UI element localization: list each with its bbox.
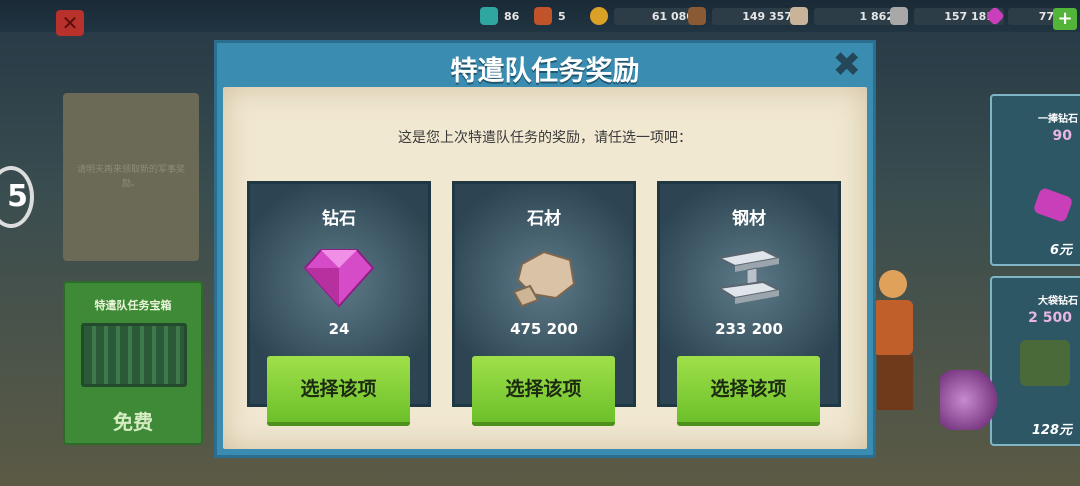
builder-icon [480,7,498,25]
diamond-icon [1032,186,1074,224]
medal-icon [534,7,552,25]
close-icon[interactable]: ✕ [56,10,84,36]
dialog-title: 特遣队任务奖励 [450,56,640,87]
dialog-subtitle: 这是您上次特遣队任务的奖励，请任选一项吧： [398,130,692,146]
stone-icon [790,7,808,25]
offer-title: 一捧钻石 [1038,114,1078,125]
reward-option-stone: 石材 475 200 选择该项 [452,181,636,426]
diamond-icon [985,6,1005,26]
dialog-body: 这是您上次特遣队任务的奖励，请任选一项吧： 钻石 24 选择该项 石材 475 … [223,87,867,449]
iron-icon [890,7,908,25]
select-diamonds-button[interactable]: 选择该项 [267,356,410,426]
reward-option-diamonds: 钻石 24 选择该项 [247,181,431,426]
close-icon[interactable]: ✖ [833,45,862,85]
reward-notice-card: 请明天再来领取新的军事奖励。 [63,93,199,261]
option-name: 石材 [527,209,561,229]
gold-coin-icon [590,7,608,25]
option-amount: 475 200 [510,320,578,338]
select-stone-button[interactable]: 选择该项 [472,356,615,426]
option-amount: 24 [328,320,350,338]
builders-counter: 86 [480,5,519,27]
stone-counter: 1 862 [790,5,904,27]
reward-dialog: 特遣队任务奖励 ✖ 这是您上次特遣队任务的奖励，请任选一项吧： 钻石 24 选择… [214,40,876,458]
chest-icon [81,323,187,387]
offer-title: 大袋钻石 [1038,296,1078,307]
offer-amount: 2 500 [1028,310,1072,326]
gold-counter: 61 080 [590,5,704,27]
diamond-icon [303,249,375,308]
shop-offer-card[interactable]: 一捧钻石 90 6元 [990,94,1080,266]
diamond-bag-icon [1020,340,1070,386]
resource-bar: ✕ 86 5 61 080 149 357 1 862 157 181 77 + [0,0,1080,36]
stone-icon [512,250,576,308]
task-force-chest-card[interactable]: 特遣队任务宝箱 免费 [63,281,203,445]
option-name: 钻石 [322,209,356,229]
chest-title: 特遣队任务宝箱 [94,299,172,312]
offer-price: 128元 [1031,423,1072,438]
builder-character [873,270,923,410]
add-diamonds-button[interactable]: + [1053,8,1077,30]
option-amount: 233 200 [715,320,783,338]
offer-price: 6元 [1049,243,1072,258]
option-name: 钢材 [732,209,766,229]
chest-free-label: 免费 [113,410,153,434]
wood-counter: 149 357 [688,5,802,27]
steel-beam-icon [715,248,783,304]
wood-icon [688,7,706,25]
medals-counter: 5 [534,5,566,27]
reward-notice-text: 请明天再来领取新的军事奖励。 [76,165,185,189]
select-steel-button[interactable]: 选择该项 [677,356,820,426]
reward-option-steel: 钢材 233 200 选择该项 [657,181,841,426]
offer-amount: 90 [1052,128,1072,144]
shop-offer-card[interactable]: 大袋钻石 2 500 128元 [990,276,1080,446]
diamond-pile-icon [940,370,1000,430]
